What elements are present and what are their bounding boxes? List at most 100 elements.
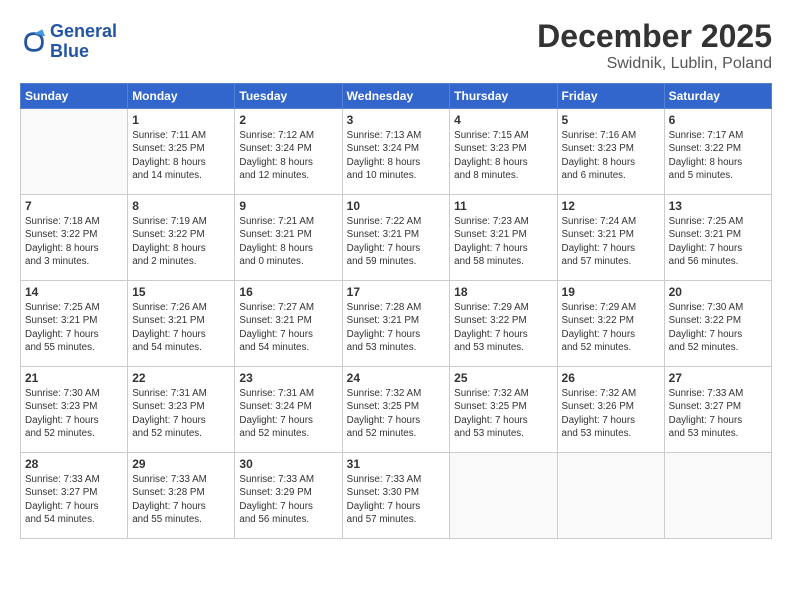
day-info: Sunrise: 7:12 AMSunset: 3:24 PMDaylight:… <box>239 129 337 182</box>
day-number: 14 <box>25 284 123 300</box>
day-info: Sunrise: 7:16 AMSunset: 3:23 PMDaylight:… <box>562 129 660 182</box>
week-row-1: 1Sunrise: 7:11 AMSunset: 3:25 PMDaylight… <box>21 109 772 195</box>
day-cell: 4Sunrise: 7:15 AMSunset: 3:23 PMDaylight… <box>450 109 557 195</box>
day-number: 17 <box>347 284 446 300</box>
day-cell: 24Sunrise: 7:32 AMSunset: 3:25 PMDayligh… <box>342 367 450 453</box>
day-info: Sunrise: 7:32 AMSunset: 3:25 PMDaylight:… <box>347 387 446 440</box>
day-info: Sunrise: 7:29 AMSunset: 3:22 PMDaylight:… <box>454 301 552 354</box>
weekday-friday: Friday <box>557 84 664 109</box>
day-cell: 17Sunrise: 7:28 AMSunset: 3:21 PMDayligh… <box>342 281 450 367</box>
day-cell: 2Sunrise: 7:12 AMSunset: 3:24 PMDaylight… <box>235 109 342 195</box>
day-number: 9 <box>239 198 337 214</box>
day-number: 2 <box>239 112 337 128</box>
day-number: 6 <box>669 112 767 128</box>
weekday-sunday: Sunday <box>21 84 128 109</box>
day-number: 1 <box>132 112 230 128</box>
day-info: Sunrise: 7:33 AMSunset: 3:29 PMDaylight:… <box>239 473 337 526</box>
week-row-5: 28Sunrise: 7:33 AMSunset: 3:27 PMDayligh… <box>21 453 772 539</box>
day-cell: 29Sunrise: 7:33 AMSunset: 3:28 PMDayligh… <box>128 453 235 539</box>
day-cell: 5Sunrise: 7:16 AMSunset: 3:23 PMDaylight… <box>557 109 664 195</box>
day-info: Sunrise: 7:19 AMSunset: 3:22 PMDaylight:… <box>132 215 230 268</box>
day-cell: 26Sunrise: 7:32 AMSunset: 3:26 PMDayligh… <box>557 367 664 453</box>
day-number: 21 <box>25 370 123 386</box>
day-info: Sunrise: 7:30 AMSunset: 3:22 PMDaylight:… <box>669 301 767 354</box>
week-row-4: 21Sunrise: 7:30 AMSunset: 3:23 PMDayligh… <box>21 367 772 453</box>
day-cell: 11Sunrise: 7:23 AMSunset: 3:21 PMDayligh… <box>450 195 557 281</box>
day-number: 13 <box>669 198 767 214</box>
title-block: December 2025 Swidnik, Lublin, Poland <box>537 18 772 73</box>
day-cell: 23Sunrise: 7:31 AMSunset: 3:24 PMDayligh… <box>235 367 342 453</box>
calendar: SundayMondayTuesdayWednesdayThursdayFrid… <box>20 83 772 539</box>
week-row-3: 14Sunrise: 7:25 AMSunset: 3:21 PMDayligh… <box>21 281 772 367</box>
day-cell: 1Sunrise: 7:11 AMSunset: 3:25 PMDaylight… <box>128 109 235 195</box>
day-info: Sunrise: 7:24 AMSunset: 3:21 PMDaylight:… <box>562 215 660 268</box>
day-number: 10 <box>347 198 446 214</box>
day-cell: 12Sunrise: 7:24 AMSunset: 3:21 PMDayligh… <box>557 195 664 281</box>
day-number: 7 <box>25 198 123 214</box>
day-info: Sunrise: 7:21 AMSunset: 3:21 PMDaylight:… <box>239 215 337 268</box>
day-number: 8 <box>132 198 230 214</box>
day-cell <box>557 453 664 539</box>
day-info: Sunrise: 7:15 AMSunset: 3:23 PMDaylight:… <box>454 129 552 182</box>
day-cell: 15Sunrise: 7:26 AMSunset: 3:21 PMDayligh… <box>128 281 235 367</box>
weekday-thursday: Thursday <box>450 84 557 109</box>
day-number: 30 <box>239 456 337 472</box>
day-info: Sunrise: 7:27 AMSunset: 3:21 PMDaylight:… <box>239 301 337 354</box>
day-info: Sunrise: 7:28 AMSunset: 3:21 PMDaylight:… <box>347 301 446 354</box>
day-cell: 28Sunrise: 7:33 AMSunset: 3:27 PMDayligh… <box>21 453 128 539</box>
day-cell: 8Sunrise: 7:19 AMSunset: 3:22 PMDaylight… <box>128 195 235 281</box>
day-cell: 25Sunrise: 7:32 AMSunset: 3:25 PMDayligh… <box>450 367 557 453</box>
day-info: Sunrise: 7:11 AMSunset: 3:25 PMDaylight:… <box>132 129 230 182</box>
day-info: Sunrise: 7:29 AMSunset: 3:22 PMDaylight:… <box>562 301 660 354</box>
day-info: Sunrise: 7:31 AMSunset: 3:23 PMDaylight:… <box>132 387 230 440</box>
day-info: Sunrise: 7:32 AMSunset: 3:25 PMDaylight:… <box>454 387 552 440</box>
day-number: 23 <box>239 370 337 386</box>
day-cell: 3Sunrise: 7:13 AMSunset: 3:24 PMDaylight… <box>342 109 450 195</box>
day-cell: 18Sunrise: 7:29 AMSunset: 3:22 PMDayligh… <box>450 281 557 367</box>
day-cell: 16Sunrise: 7:27 AMSunset: 3:21 PMDayligh… <box>235 281 342 367</box>
day-info: Sunrise: 7:18 AMSunset: 3:22 PMDaylight:… <box>25 215 123 268</box>
day-info: Sunrise: 7:30 AMSunset: 3:23 PMDaylight:… <box>25 387 123 440</box>
day-number: 22 <box>132 370 230 386</box>
day-info: Sunrise: 7:22 AMSunset: 3:21 PMDaylight:… <box>347 215 446 268</box>
weekday-saturday: Saturday <box>664 84 771 109</box>
day-cell: 20Sunrise: 7:30 AMSunset: 3:22 PMDayligh… <box>664 281 771 367</box>
day-cell: 30Sunrise: 7:33 AMSunset: 3:29 PMDayligh… <box>235 453 342 539</box>
logo-icon <box>20 28 48 56</box>
day-number: 26 <box>562 370 660 386</box>
day-cell: 6Sunrise: 7:17 AMSunset: 3:22 PMDaylight… <box>664 109 771 195</box>
day-cell <box>450 453 557 539</box>
day-info: Sunrise: 7:17 AMSunset: 3:22 PMDaylight:… <box>669 129 767 182</box>
day-cell: 21Sunrise: 7:30 AMSunset: 3:23 PMDayligh… <box>21 367 128 453</box>
day-cell: 31Sunrise: 7:33 AMSunset: 3:30 PMDayligh… <box>342 453 450 539</box>
logo-line1: General <box>50 22 117 42</box>
day-cell: 22Sunrise: 7:31 AMSunset: 3:23 PMDayligh… <box>128 367 235 453</box>
day-number: 5 <box>562 112 660 128</box>
weekday-tuesday: Tuesday <box>235 84 342 109</box>
day-cell: 27Sunrise: 7:33 AMSunset: 3:27 PMDayligh… <box>664 367 771 453</box>
day-number: 29 <box>132 456 230 472</box>
day-number: 11 <box>454 198 552 214</box>
day-number: 18 <box>454 284 552 300</box>
day-cell: 19Sunrise: 7:29 AMSunset: 3:22 PMDayligh… <box>557 281 664 367</box>
weekday-row: SundayMondayTuesdayWednesdayThursdayFrid… <box>21 84 772 109</box>
page: General Blue December 2025 Swidnik, Lubl… <box>0 0 792 612</box>
day-cell: 13Sunrise: 7:25 AMSunset: 3:21 PMDayligh… <box>664 195 771 281</box>
calendar-body: 1Sunrise: 7:11 AMSunset: 3:25 PMDaylight… <box>21 109 772 539</box>
logo-line2: Blue <box>50 42 117 62</box>
day-info: Sunrise: 7:33 AMSunset: 3:28 PMDaylight:… <box>132 473 230 526</box>
day-cell <box>21 109 128 195</box>
calendar-header: SundayMondayTuesdayWednesdayThursdayFrid… <box>21 84 772 109</box>
day-number: 12 <box>562 198 660 214</box>
day-number: 16 <box>239 284 337 300</box>
day-number: 19 <box>562 284 660 300</box>
day-cell: 7Sunrise: 7:18 AMSunset: 3:22 PMDaylight… <box>21 195 128 281</box>
day-info: Sunrise: 7:23 AMSunset: 3:21 PMDaylight:… <box>454 215 552 268</box>
day-cell: 9Sunrise: 7:21 AMSunset: 3:21 PMDaylight… <box>235 195 342 281</box>
day-number: 20 <box>669 284 767 300</box>
day-number: 4 <box>454 112 552 128</box>
weekday-wednesday: Wednesday <box>342 84 450 109</box>
day-cell: 10Sunrise: 7:22 AMSunset: 3:21 PMDayligh… <box>342 195 450 281</box>
month-title: December 2025 <box>537 18 772 55</box>
day-cell: 14Sunrise: 7:25 AMSunset: 3:21 PMDayligh… <box>21 281 128 367</box>
